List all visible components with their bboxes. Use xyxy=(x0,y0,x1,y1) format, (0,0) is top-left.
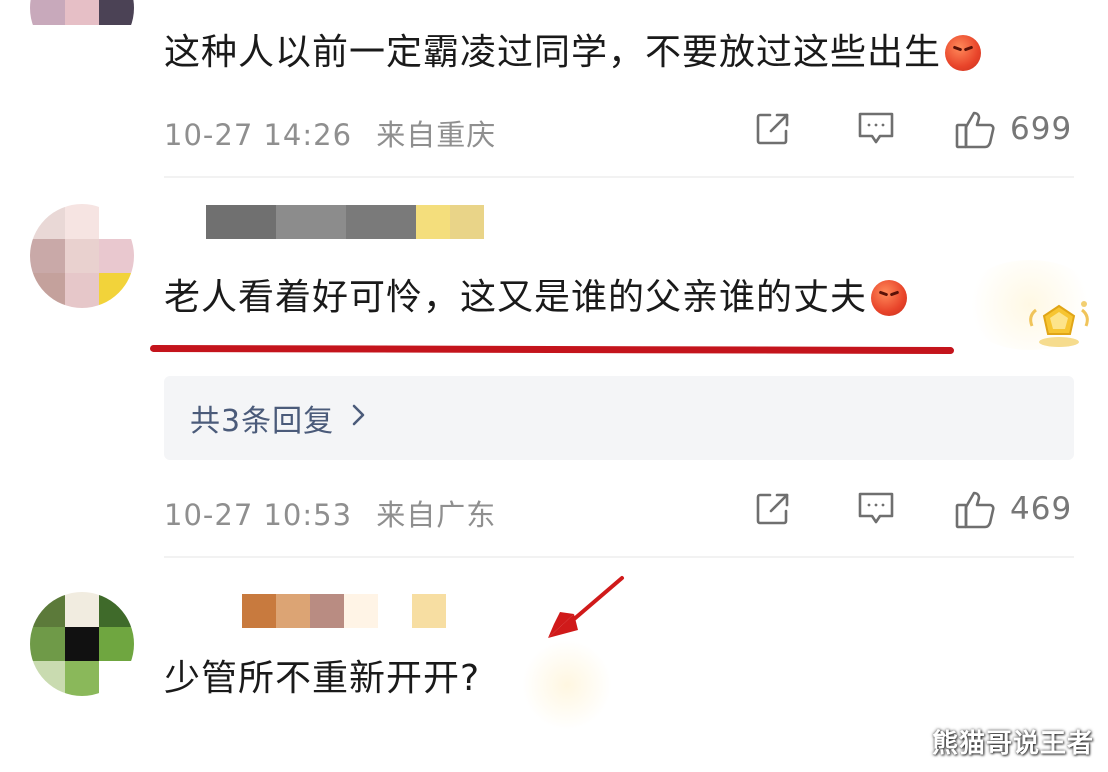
comment-location: 来自重庆 xyxy=(376,118,497,152)
comment-text-content: 老人看着好可怜，这又是谁的父亲谁的丈夫 xyxy=(164,277,868,318)
share-icon[interactable] xyxy=(754,490,792,528)
badge-icon xyxy=(1029,301,1089,347)
like-button[interactable]: 699 xyxy=(954,108,1072,150)
comment-meta: 10-27 10:53 来自广东 xyxy=(164,492,496,534)
replies-label: 共3条回复 xyxy=(190,404,335,439)
thumbs-up-icon xyxy=(955,111,995,149)
comment-location: 来自广东 xyxy=(376,498,497,532)
comment-text: 这种人以前一定霸凌过同学，不要放过这些出生 xyxy=(164,30,982,76)
red-highlight-underline xyxy=(149,344,955,355)
divider xyxy=(164,176,1074,178)
share-icon[interactable] xyxy=(754,110,792,148)
comment-date: 10-27 10:53 xyxy=(164,498,353,532)
comment-text-content: 这种人以前一定霸凌过同学，不要放过这些出生 xyxy=(164,32,942,73)
angry-face-emoji-icon xyxy=(945,35,982,71)
thumbs-up-icon xyxy=(955,491,995,529)
like-count: 469 xyxy=(1010,491,1073,527)
username-redacted[interactable] xyxy=(206,205,484,239)
comment-feed: 这种人以前一定霸凌过同学，不要放过这些出生 10-27 14:26 来自重庆 6… xyxy=(0,0,1108,772)
view-replies-button[interactable]: 共3条回复 xyxy=(164,376,1074,460)
comment-icon[interactable] xyxy=(856,110,896,148)
comment-text: 老人看着好可怜，这又是谁的父亲谁的丈夫 xyxy=(164,275,908,321)
avatar[interactable] xyxy=(30,204,134,308)
like-button[interactable]: 469 xyxy=(954,488,1072,530)
comment-icon[interactable] xyxy=(856,490,896,528)
glow-decoration xyxy=(522,640,612,730)
comment-text: 少管所不重新开开? xyxy=(164,656,480,702)
like-count: 699 xyxy=(1010,111,1073,147)
avatar[interactable] xyxy=(30,0,134,60)
chevron-right-icon xyxy=(350,401,366,436)
username-redacted[interactable] xyxy=(242,594,446,628)
divider xyxy=(164,556,1074,558)
comment-text-content: 少管所不重新开开? xyxy=(164,658,481,699)
comment-date: 10-27 14:26 xyxy=(164,118,353,152)
angry-face-emoji-icon xyxy=(871,280,908,316)
watermark: 熊猫哥说王者 xyxy=(931,729,1094,759)
avatar[interactable] xyxy=(30,592,134,696)
comment-meta: 10-27 14:26 来自重庆 xyxy=(164,112,496,154)
red-arrow-annotation xyxy=(548,576,624,638)
